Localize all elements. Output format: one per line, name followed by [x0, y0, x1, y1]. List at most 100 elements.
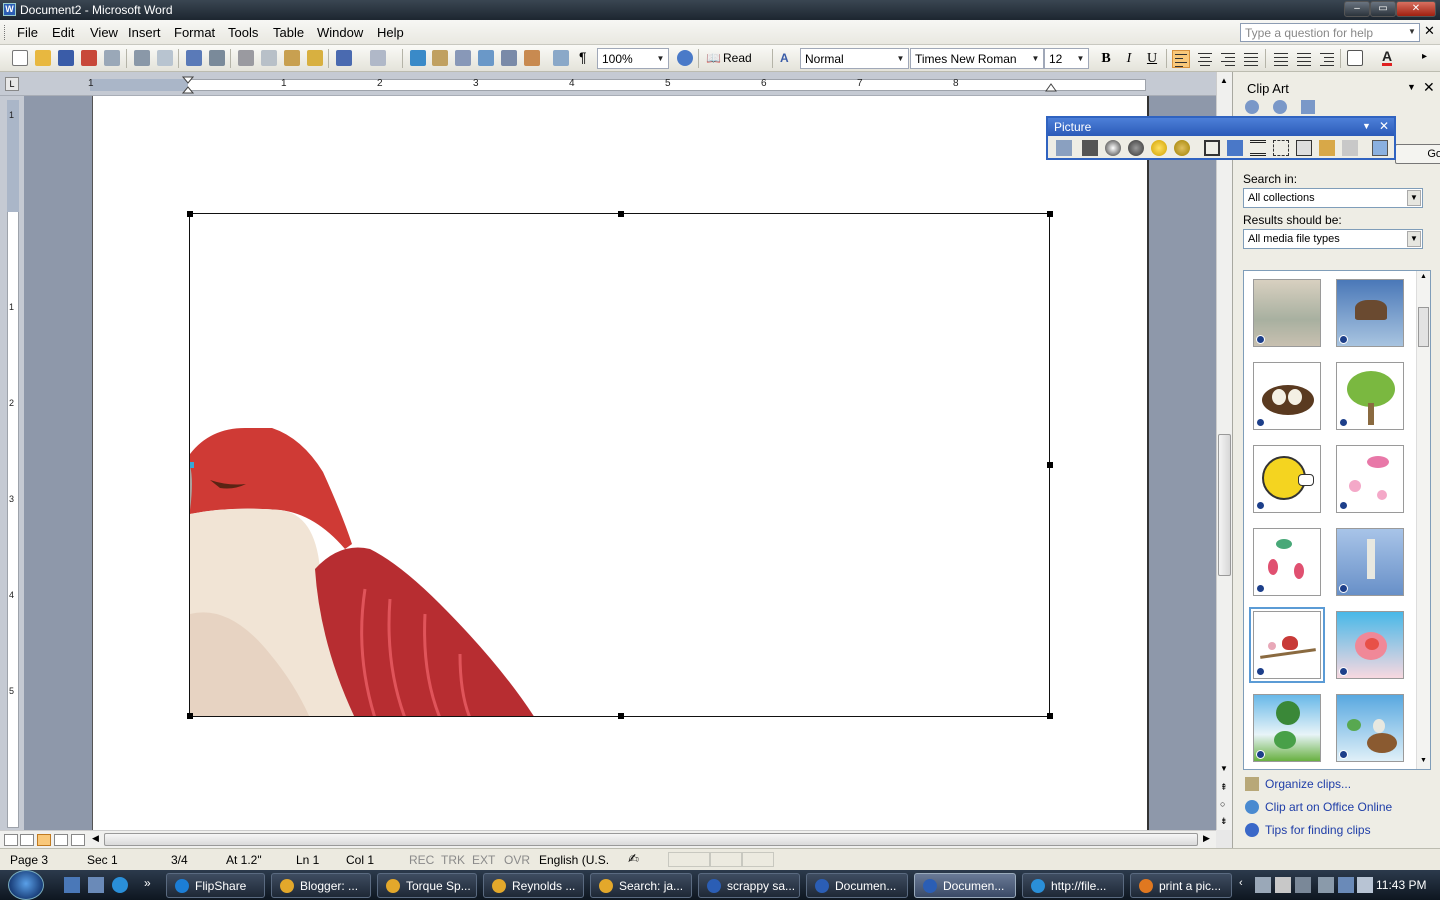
- redo-icon[interactable]: [370, 50, 386, 66]
- open-icon[interactable]: [35, 50, 51, 66]
- clip-art-online-link[interactable]: Clip art on Office Online: [1265, 800, 1392, 814]
- status-rec[interactable]: REC: [409, 853, 434, 867]
- resize-handle[interactable]: [1047, 462, 1053, 468]
- more-brightness-icon[interactable]: [1151, 140, 1167, 156]
- menu-grip[interactable]: [4, 25, 7, 40]
- document-page[interactable]: [92, 96, 1149, 830]
- borders-icon[interactable]: [1347, 50, 1363, 66]
- justify-icon[interactable]: [1242, 50, 1260, 68]
- horizontal-scrollbar[interactable]: ◀ ▶: [0, 830, 1216, 848]
- resize-handle[interactable]: [1047, 713, 1053, 719]
- set-transparent-color-icon[interactable]: [1342, 140, 1358, 156]
- rotate-left-icon[interactable]: [1227, 140, 1243, 156]
- clip-thumbnail-heron[interactable]: [1336, 528, 1404, 596]
- internet-explorer-icon[interactable]: [112, 877, 128, 893]
- tray-icon[interactable]: [1338, 877, 1354, 893]
- taskbar-button[interactable]: FlipShare: [166, 873, 265, 898]
- resize-handle[interactable]: [618, 211, 624, 217]
- word-app-icon[interactable]: W: [3, 3, 16, 16]
- organize-clips-link[interactable]: Organize clips...: [1265, 777, 1351, 791]
- scroll-up-icon[interactable]: ▲: [1220, 76, 1228, 85]
- hyperlink-icon[interactable]: [410, 50, 426, 66]
- show-desktop-icon[interactable]: [64, 877, 80, 893]
- minimize-button[interactable]: –: [1344, 1, 1370, 17]
- outline-view-icon[interactable]: [54, 834, 68, 846]
- tips-finding-clips-link[interactable]: Tips for finding clips: [1265, 823, 1371, 837]
- volume-icon[interactable]: [1357, 877, 1373, 893]
- show-hide-formatting-icon[interactable]: ¶: [579, 49, 587, 65]
- more-contrast-icon[interactable]: [1105, 140, 1121, 156]
- format-picture-icon[interactable]: [1319, 140, 1335, 156]
- reset-picture-icon[interactable]: [1372, 140, 1388, 156]
- new-document-icon[interactable]: [12, 50, 28, 66]
- paste-icon[interactable]: [284, 50, 300, 66]
- clip-thumbnail-birds-on-nest[interactable]: [1336, 694, 1404, 762]
- text-wrapping-icon[interactable]: [1296, 140, 1312, 156]
- taskbar-button[interactable]: Blogger: ...: [271, 873, 371, 898]
- tab-selector[interactable]: L: [5, 77, 19, 91]
- help-icon[interactable]: [677, 50, 693, 66]
- search-in-select[interactable]: All collections ▼: [1243, 188, 1423, 208]
- insert-picture-icon[interactable]: [1056, 140, 1072, 156]
- copy-icon[interactable]: [261, 50, 277, 66]
- scroll-right-icon[interactable]: ▶: [1203, 833, 1210, 844]
- format-painter-icon[interactable]: [307, 50, 323, 66]
- taskbar-button[interactable]: Documen...: [914, 873, 1016, 898]
- document-close-icon[interactable]: ✕: [1424, 23, 1435, 39]
- taskbar-button[interactable]: Reynolds ...: [483, 873, 584, 898]
- align-center-icon[interactable]: [1196, 50, 1214, 68]
- menu-tools[interactable]: Tools: [228, 25, 258, 40]
- menu-format[interactable]: Format: [174, 25, 215, 40]
- previous-page-icon[interactable]: ⇞: [1220, 782, 1228, 793]
- web-view-icon[interactable]: [20, 834, 34, 846]
- save-icon[interactable]: [58, 50, 74, 66]
- tables-borders-icon[interactable]: [432, 50, 448, 66]
- color-icon[interactable]: [1082, 140, 1098, 156]
- reading-view-icon[interactable]: [71, 834, 85, 846]
- italic-button[interactable]: I: [1120, 50, 1138, 68]
- underline-button[interactable]: U: [1143, 50, 1161, 68]
- clip-thumbnail-green-tree[interactable]: [1336, 362, 1404, 430]
- clip-thumbnail-bird-on-beach[interactable]: [1253, 279, 1321, 347]
- zoom-select[interactable]: 100% ▼: [597, 48, 669, 69]
- columns-icon[interactable]: [501, 50, 517, 66]
- permission-icon[interactable]: [81, 50, 97, 66]
- less-contrast-icon[interactable]: [1128, 140, 1144, 156]
- line-style-icon[interactable]: [1250, 140, 1266, 156]
- clip-thumbnail-hummingbird-flowers[interactable]: [1253, 528, 1321, 596]
- clip-thumbnail-flying-hawk[interactable]: [1336, 279, 1404, 347]
- font-size-select[interactable]: 12 ▼: [1044, 48, 1089, 69]
- taskbar-button[interactable]: http://file...: [1022, 873, 1124, 898]
- results-type-select[interactable]: All media file types ▼: [1243, 229, 1423, 249]
- clip-thumbnail-bird-in-heart[interactable]: [1336, 611, 1404, 679]
- status-trk[interactable]: TRK: [441, 853, 465, 867]
- start-button[interactable]: [8, 870, 44, 900]
- resize-handle[interactable]: [618, 713, 624, 719]
- vertical-ruler[interactable]: 1 1 2 3 4 5: [0, 96, 24, 900]
- read-icon[interactable]: 📖: [706, 51, 721, 65]
- inserted-picture-canvas[interactable]: [189, 213, 1050, 717]
- scroll-thumb[interactable]: [1418, 307, 1429, 347]
- numbering-icon[interactable]: [1272, 50, 1290, 68]
- align-right-icon[interactable]: [1219, 50, 1237, 68]
- menu-file[interactable]: File: [17, 25, 38, 40]
- clip-thumbnail-nest-with-eggs[interactable]: [1253, 362, 1321, 430]
- styles-formatting-icon[interactable]: A: [780, 51, 789, 65]
- scroll-thumb[interactable]: [1218, 434, 1231, 576]
- right-indent-marker-icon[interactable]: [1045, 82, 1057, 92]
- clip-thumbnail-singing-bee[interactable]: [1253, 445, 1321, 513]
- picture-toolbar-titlebar[interactable]: Picture ▼ ✕: [1048, 118, 1394, 136]
- less-brightness-icon[interactable]: [1174, 140, 1190, 156]
- status-language[interactable]: English (U.S.: [539, 853, 609, 867]
- spelling-status-icon[interactable]: ✍: [628, 851, 639, 867]
- document-map-icon[interactable]: [553, 50, 569, 66]
- font-color-icon[interactable]: A: [1382, 49, 1393, 66]
- taskbar-button[interactable]: Search: ja...: [590, 873, 692, 898]
- indent-marker-icon[interactable]: [182, 76, 194, 94]
- clip-thumbnail-pink-birds-flowers[interactable]: [1336, 445, 1404, 513]
- insert-excel-icon[interactable]: [478, 50, 494, 66]
- menu-view[interactable]: View: [90, 25, 118, 40]
- bold-button[interactable]: B: [1097, 50, 1115, 68]
- increase-indent-icon[interactable]: [1318, 50, 1336, 68]
- network-icon[interactable]: [1318, 877, 1334, 893]
